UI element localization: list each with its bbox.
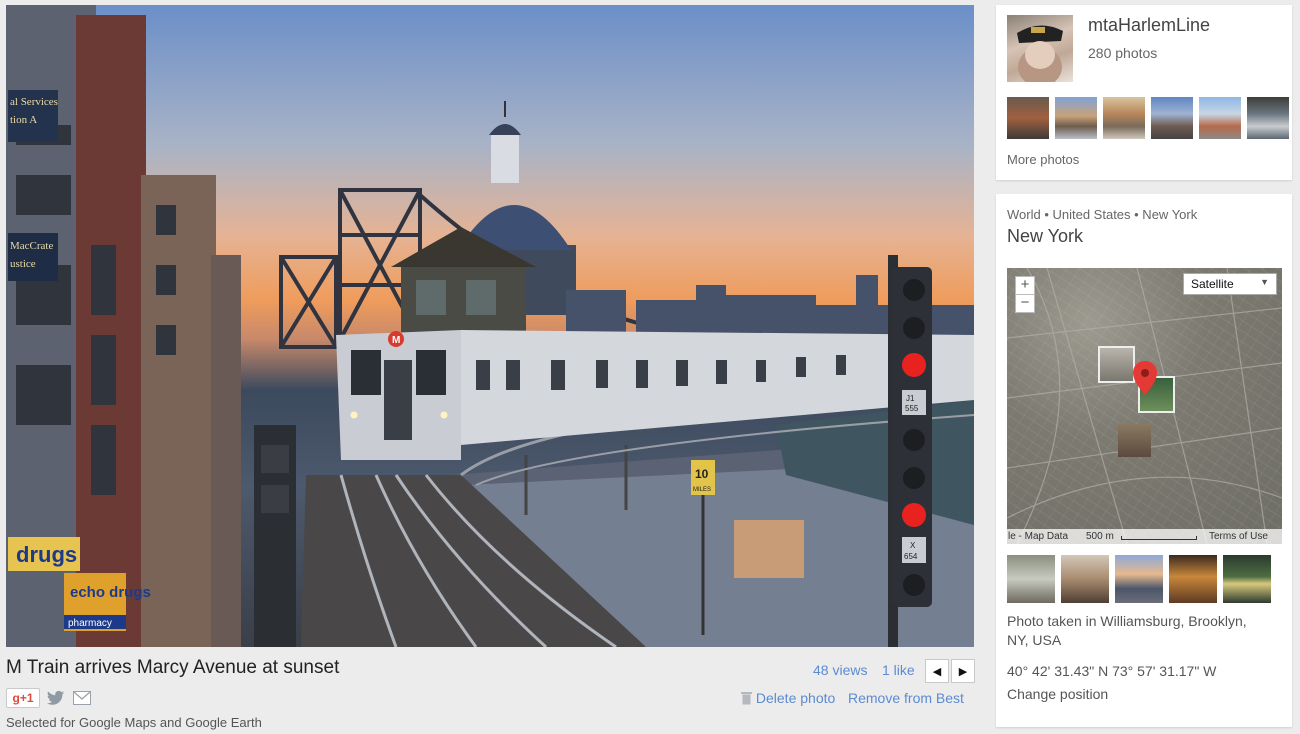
photo-scene: al Services tion A MacCrate ustice drugs…: [6, 5, 974, 647]
chevron-left-icon: ◀: [932, 665, 942, 678]
sign-pharmacy: pharmacy: [68, 618, 112, 629]
twitter-icon[interactable]: [46, 689, 66, 707]
train-line-letter: M: [392, 335, 400, 346]
email-icon[interactable]: [72, 689, 92, 707]
photo-location-caption: Photo taken in Williamsburg, Brooklyn, N…: [1007, 613, 1247, 648]
place-card: World • United States • New York New Yor…: [996, 194, 1292, 727]
map-footer: le - Map Data 500 m Terms of Use: [1007, 529, 1282, 544]
left-buildings: al Services tion A MacCrate ustice drugs…: [6, 5, 241, 647]
speed-sign-unit: MILES: [693, 487, 711, 493]
sign-justice: ustice: [10, 258, 36, 270]
map-type-value: Satellite: [1191, 277, 1234, 291]
owner-thumbnail[interactable]: [1007, 97, 1049, 139]
selected-note: Selected for Google Maps and Google Eart…: [6, 715, 262, 730]
left-signal: [254, 425, 296, 647]
gplus-button[interactable]: g+1: [6, 688, 40, 708]
photo-title: M Train arrives Marcy Avenue at sunset: [6, 657, 340, 678]
place-thumbnail[interactable]: [1169, 555, 1217, 603]
share-bar: g+1: [6, 688, 92, 708]
next-photo-button[interactable]: ▶: [951, 659, 975, 683]
map-zoom-out-button[interactable]: −: [1015, 294, 1035, 313]
owner-thumbnail[interactable]: [1151, 97, 1193, 139]
owner-avatar[interactable]: [1007, 15, 1073, 82]
owner-photo-count: 280 photos: [1088, 45, 1158, 61]
map-terms-link[interactable]: Terms of Use: [1209, 531, 1268, 542]
map-pin-icon[interactable]: [1133, 361, 1157, 400]
delete-photo-link[interactable]: Delete photo: [741, 690, 835, 706]
photo-coordinates: 40° 42' 31.43" N 73° 57' 31.17" W: [1007, 663, 1217, 679]
place-thumbnail[interactable]: [1223, 555, 1271, 603]
main-photo[interactable]: al Services tion A MacCrate ustice drugs…: [6, 5, 974, 647]
delete-photo-label: Delete photo: [755, 690, 836, 706]
owner-thumbnails: [1007, 97, 1289, 139]
place-name: New York: [1007, 226, 1084, 246]
place-thumbnail[interactable]: [1061, 555, 1109, 603]
sign-services-line2: tion A: [10, 114, 37, 126]
owner-card: mtaHarlemLine 280 photos More photos: [996, 5, 1292, 180]
speed-sign-number: 10: [695, 467, 709, 481]
previous-photo-button[interactable]: ◀: [925, 659, 949, 683]
place-thumbnail[interactable]: [1115, 555, 1163, 603]
map-type-select[interactable]: Satellite ▼: [1183, 273, 1277, 295]
signal-plate-x: X: [910, 541, 916, 550]
right-signal: J1 555 X 654: [888, 255, 932, 647]
location-breadcrumb[interactable]: World • United States • New York: [1007, 207, 1197, 222]
remove-from-best-link[interactable]: Remove from Best: [848, 690, 964, 706]
map-photo-marker[interactable]: [1118, 424, 1151, 457]
map-scale-bar: [1121, 536, 1197, 540]
chevron-right-icon: ▶: [958, 665, 968, 678]
signal-plate-j: J1: [906, 394, 915, 403]
location-map[interactable]: + − Satellite ▼ le - Map Data 500 m Term…: [1007, 268, 1282, 544]
place-thumbnails: [1007, 555, 1271, 603]
signal-plate-j-number: 555: [905, 404, 919, 413]
map-data-label: le - Map Data: [1008, 531, 1069, 542]
sign-drugs: drugs: [16, 542, 77, 567]
dropdown-arrow-icon: ▼: [1260, 277, 1269, 287]
sign-services: al Services: [10, 96, 58, 108]
change-position-link[interactable]: Change position: [1007, 686, 1108, 702]
owner-thumbnail[interactable]: [1103, 97, 1145, 139]
sign-maccrate: MacCrate: [10, 240, 53, 252]
map-zoom-in-button[interactable]: +: [1015, 276, 1035, 295]
place-thumbnail[interactable]: [1007, 555, 1055, 603]
owner-thumbnail[interactable]: [1055, 97, 1097, 139]
more-photos-link[interactable]: More photos: [1007, 152, 1079, 167]
likes-count[interactable]: 1 like: [882, 662, 915, 678]
views-count[interactable]: 48 views: [813, 662, 867, 678]
owner-thumbnail[interactable]: [1247, 97, 1289, 139]
sign-echo-drugs: echo drugs: [70, 584, 151, 601]
signal-plate-x-number: 654: [904, 552, 918, 561]
map-photo-marker[interactable]: [1098, 346, 1135, 383]
map-scale-label: 500 m: [1086, 531, 1114, 542]
owner-name[interactable]: mtaHarlemLine: [1088, 15, 1210, 36]
trash-icon: [741, 692, 752, 705]
owner-thumbnail[interactable]: [1199, 97, 1241, 139]
